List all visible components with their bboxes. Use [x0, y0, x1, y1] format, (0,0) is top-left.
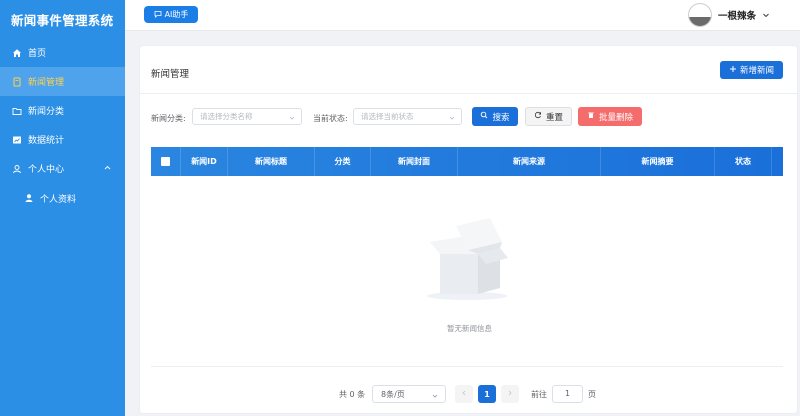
add-news-button[interactable]: 新增新闻: [720, 61, 783, 79]
sidebar-item-personal-center[interactable]: 个人中心: [0, 154, 125, 183]
user-solid-icon: [24, 193, 34, 203]
column-header[interactable]: 新闻封面: [371, 147, 458, 176]
goto-page-input[interactable]: 1: [552, 385, 583, 403]
category-select-placeholder: 请选择分类名称: [200, 112, 253, 121]
pagination: 共 0 条 8条/页 1 前往 1 页: [140, 385, 799, 403]
batch-delete-label: 批量删除: [598, 112, 633, 123]
next-page-button[interactable]: [501, 385, 519, 403]
page-size-value: 8条/页: [381, 389, 405, 399]
category-select[interactable]: 请选择分类名称: [192, 108, 302, 125]
top-header: AI助手 一根辣条: [125, 0, 800, 31]
empty-box-icon: [420, 212, 514, 302]
goto-label: 前往: [531, 390, 547, 399]
sidebar-item-home[interactable]: 首页: [0, 38, 125, 67]
search-button[interactable]: 搜索: [472, 107, 518, 126]
column-header[interactable]: 新闻摘要: [601, 147, 715, 176]
page-number-current[interactable]: 1: [478, 385, 496, 403]
chevron-down-icon: [289, 114, 295, 120]
column-header[interactable]: 分类: [315, 147, 371, 176]
chevron-left-icon: [461, 389, 467, 399]
table-header: 新闻ID 新闻标题 分类 新闻封面 新闻来源 新闻摘要 状态: [151, 147, 783, 176]
refresh-icon: [534, 111, 542, 122]
sidebar: 新闻事件管理系统 首页 新闻管理 新闻分类 数据统计 个人中心 个人资料: [0, 0, 125, 416]
divider: [151, 366, 783, 367]
avatar[interactable]: [687, 3, 712, 27]
sidebar-item-label: 数据统计: [28, 136, 65, 146]
sidebar-item-label: 个人中心: [28, 165, 65, 175]
ai-assistant-label: AI助手: [164, 10, 189, 19]
add-news-label: 新增新闻: [739, 66, 774, 76]
user-icon: [12, 164, 22, 174]
document-icon: [12, 77, 22, 87]
username: 一根辣条: [717, 11, 756, 22]
sidebar-item-news-category[interactable]: 新闻分类: [0, 96, 125, 125]
sidebar-item-label: 首页: [28, 49, 47, 59]
search-label: 搜索: [492, 112, 510, 123]
folder-icon: [12, 106, 22, 116]
prev-page-button[interactable]: [455, 385, 473, 403]
page-title: 新闻管理: [151, 69, 190, 80]
sidebar-menu: 首页 新闻管理 新闻分类 数据统计 个人中心 个人资料: [0, 38, 125, 213]
chevron-down-icon: [432, 392, 438, 398]
status-select-placeholder: 请选择当前状态: [361, 112, 414, 121]
divider: [140, 93, 797, 94]
select-all-checkbox[interactable]: [151, 147, 181, 176]
column-header[interactable]: 状态: [715, 147, 772, 176]
sidebar-item-label: 新闻分类: [28, 107, 65, 117]
sidebar-item-profile[interactable]: 个人资料: [0, 183, 125, 213]
news-management-card: 新闻管理 新增新闻 新闻分类: 请选择分类名称 当前状态: 请选择当前状态 搜索…: [139, 45, 798, 414]
sidebar-item-statistics[interactable]: 数据统计: [0, 125, 125, 154]
chevron-down-icon: [449, 114, 455, 120]
batch-delete-button[interactable]: 批量删除: [578, 107, 642, 126]
app-brand: 新闻事件管理系统: [11, 12, 114, 28]
chat-bubble-icon: [154, 10, 162, 20]
page-size-select[interactable]: 8条/页: [372, 385, 446, 403]
sidebar-item-news-management[interactable]: 新闻管理: [0, 67, 125, 96]
status-filter-label: 当前状态:: [313, 114, 348, 123]
trash-icon: [587, 111, 595, 122]
chevron-down-icon: [762, 11, 770, 19]
reset-label: 重置: [545, 112, 563, 123]
search-icon: [480, 111, 488, 122]
category-filter-label: 新闻分类:: [151, 114, 186, 123]
chart-icon: [12, 135, 22, 145]
ai-assistant-button[interactable]: AI助手: [144, 6, 198, 23]
plus-icon: [729, 65, 737, 76]
home-icon: [12, 48, 22, 58]
chevron-up-icon: [104, 164, 111, 171]
column-header[interactable]: 新闻ID: [181, 147, 228, 176]
reset-button[interactable]: 重置: [525, 107, 572, 126]
user-menu[interactable]: 一根辣条: [687, 3, 770, 27]
page-suffix-label: 页: [588, 390, 596, 399]
column-header[interactable]: 新闻标题: [228, 147, 315, 176]
empty-state-text: 暂无新闻信息: [447, 324, 492, 333]
chevron-right-icon: [507, 389, 513, 399]
pagination-total: 共 0 条: [339, 390, 366, 399]
sidebar-item-label: 新闻管理: [28, 78, 65, 88]
status-select[interactable]: 请选择当前状态: [353, 108, 462, 125]
column-header[interactable]: 新闻来源: [458, 147, 601, 176]
sidebar-item-label: 个人资料: [40, 194, 77, 205]
